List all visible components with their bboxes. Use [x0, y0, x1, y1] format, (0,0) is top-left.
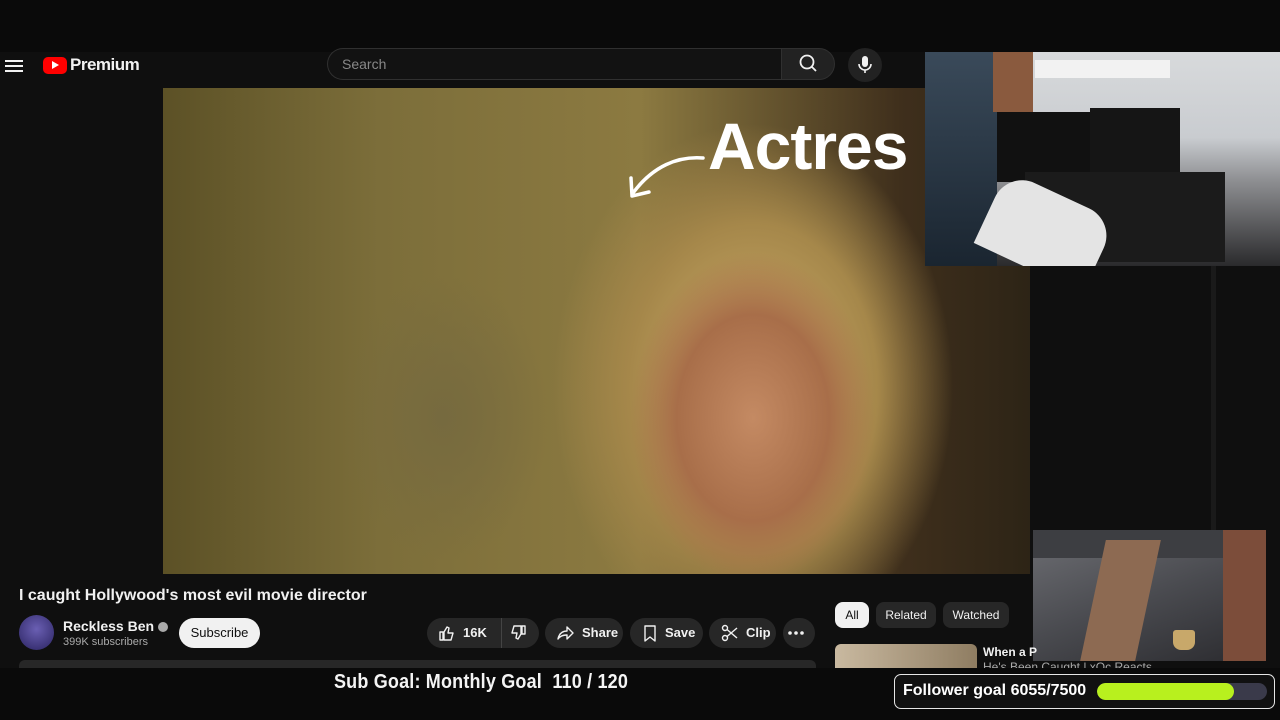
streamer-room-camera	[925, 52, 1280, 266]
brick-wall	[1080, 540, 1161, 661]
youtube-premium-logo[interactable]: Premium	[43, 55, 140, 75]
table-lamp	[1173, 630, 1195, 650]
stream-top-bar	[0, 0, 1280, 52]
channel-avatar[interactable]	[19, 615, 54, 650]
brick-column	[1223, 530, 1266, 661]
clip-button[interactable]: Clip	[709, 618, 776, 648]
scissors-icon	[721, 624, 738, 642]
monitor-right	[1090, 108, 1180, 178]
follower-progress-fill	[1097, 683, 1235, 700]
video-player[interactable]: Actres	[163, 88, 1030, 574]
chip-watched[interactable]: Watched	[943, 602, 1009, 628]
subscribe-button[interactable]: Subscribe	[179, 618, 260, 648]
more-actions-button[interactable]	[783, 618, 815, 648]
subscriber-count: 399K subscribers	[63, 636, 148, 648]
more-horizontal-icon	[788, 631, 804, 635]
follower-goal-widget: Follower goal 6055/7500	[894, 674, 1275, 709]
youtube-play-icon	[43, 56, 67, 74]
recommended-video-thumbnail[interactable]	[835, 644, 977, 668]
thumbs-down-icon	[510, 625, 526, 640]
sidebar-scrollbar[interactable]	[1211, 266, 1216, 530]
follower-progress-track	[1097, 683, 1267, 700]
channel-name[interactable]: Reckless Ben	[63, 618, 169, 634]
clip-label: Clip	[746, 625, 771, 640]
save-label: Save	[665, 625, 696, 640]
dislike-button[interactable]	[502, 618, 539, 648]
share-icon	[557, 626, 574, 640]
chip-all[interactable]: All	[835, 602, 869, 628]
brick-pillar	[993, 52, 1033, 112]
search-button[interactable]	[781, 48, 835, 80]
wall-shelf	[1035, 60, 1170, 78]
hamburger-menu-icon[interactable]	[5, 57, 23, 73]
like-count: 16K	[463, 625, 487, 640]
save-button[interactable]: Save	[630, 618, 703, 648]
voice-search-button[interactable]	[848, 48, 882, 82]
microphone-icon	[858, 56, 872, 73]
channel-name-text: Reckless Ben	[63, 618, 155, 634]
video-title: I caught Hollywood's most evil movie dir…	[19, 587, 367, 604]
streamer-hallway-camera	[1033, 530, 1266, 661]
share-button[interactable]: Share	[545, 618, 623, 648]
youtube-header: Premium Search	[0, 48, 925, 88]
like-dislike-group: 16K	[427, 618, 539, 648]
search-input[interactable]: Search	[327, 48, 781, 80]
follower-goal-text: Follower goal 6055/7500	[903, 682, 1087, 699]
recommended-video-title[interactable]: When a P	[983, 645, 1037, 659]
logo-text: Premium	[70, 55, 140, 74]
share-label: Share	[582, 625, 619, 640]
bookmark-icon	[644, 625, 656, 642]
sidebar-background	[1030, 266, 1280, 530]
description-box[interactable]	[19, 660, 816, 668]
video-caption-overlay: Actres	[708, 109, 908, 183]
search-icon	[799, 54, 817, 72]
arrow-icon	[629, 156, 705, 198]
thumbs-up-icon	[439, 626, 454, 641]
verified-icon	[158, 622, 169, 632]
chip-related[interactable]: Related	[876, 602, 936, 628]
like-button[interactable]: 16K	[427, 618, 502, 648]
sub-goal-text: Sub Goal: Monthly Goal 110 / 120	[334, 671, 629, 693]
